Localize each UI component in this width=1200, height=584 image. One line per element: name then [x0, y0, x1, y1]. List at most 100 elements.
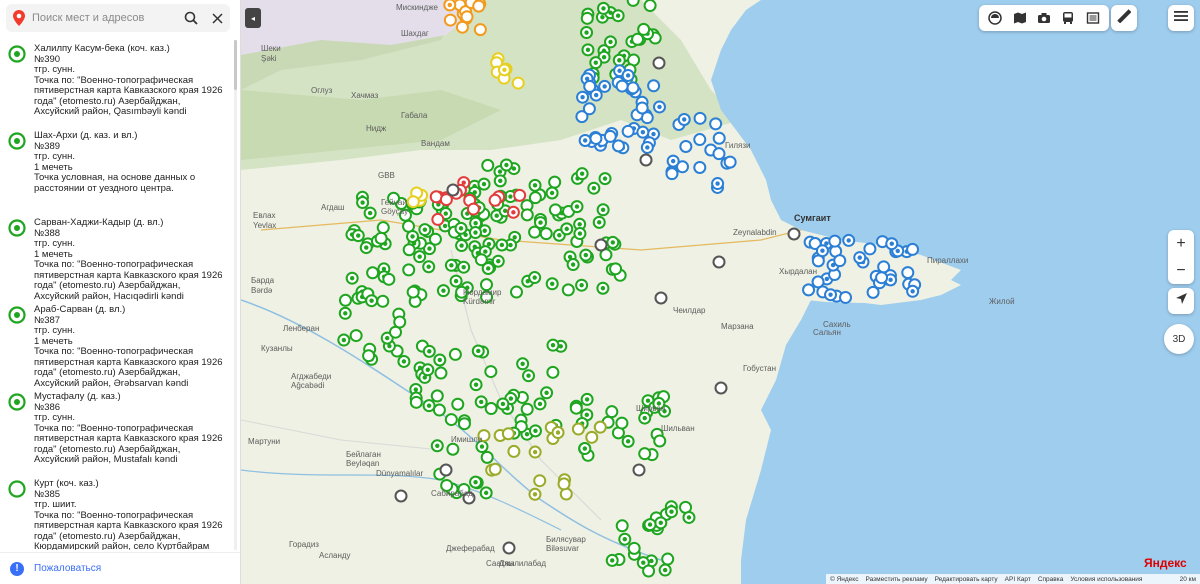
place-marker[interactable]	[376, 221, 390, 235]
place-marker[interactable]	[455, 239, 469, 253]
place-marker[interactable]	[430, 439, 444, 453]
place-marker[interactable]	[501, 427, 515, 441]
place-marker[interactable]	[693, 160, 707, 174]
place-marker[interactable]	[422, 260, 436, 274]
place-marker[interactable]	[802, 283, 816, 297]
place-marker[interactable]	[712, 131, 726, 145]
place-marker[interactable]	[605, 405, 619, 419]
place-marker[interactable]	[833, 254, 847, 268]
place-list[interactable]: Халилпу Касум-бека (коч. каз.) №390 тгр. с…	[0, 40, 236, 550]
place-marker[interactable]	[598, 172, 612, 186]
place-marker[interactable]	[709, 117, 723, 131]
place-marker[interactable]	[434, 366, 448, 380]
place-marker[interactable]	[345, 271, 359, 285]
place-marker[interactable]	[714, 381, 728, 395]
place-marker[interactable]	[640, 140, 654, 154]
zoom-out-button[interactable]: −	[1168, 257, 1194, 284]
place-marker[interactable]	[585, 430, 599, 444]
place-marker[interactable]	[509, 285, 523, 299]
place-marker[interactable]	[596, 281, 610, 295]
place-marker[interactable]	[712, 147, 726, 161]
place-marker[interactable]	[422, 399, 436, 413]
place-marker[interactable]	[337, 333, 351, 347]
place-marker[interactable]	[579, 248, 593, 262]
place-marker[interactable]	[853, 251, 867, 265]
place-marker[interactable]	[609, 262, 623, 276]
place-marker[interactable]	[615, 416, 629, 430]
place-marker[interactable]	[906, 242, 920, 256]
place-marker[interactable]	[580, 392, 594, 406]
collapse-sidebar-button[interactable]: ◂	[245, 8, 261, 28]
zoom-in-button[interactable]: +	[1168, 230, 1194, 257]
layers-icon[interactable]	[984, 7, 1006, 29]
place-marker[interactable]	[665, 167, 679, 181]
place-marker[interactable]	[449, 274, 463, 288]
place-marker[interactable]	[593, 420, 607, 434]
place-marker[interactable]	[432, 403, 446, 417]
complain-button[interactable]: ! Пожаловаться	[0, 552, 240, 584]
place-marker[interactable]	[573, 227, 587, 241]
place-marker[interactable]	[815, 244, 829, 258]
place-marker[interactable]	[548, 203, 562, 217]
place-marker[interactable]	[654, 516, 668, 530]
list-item[interactable]: Халилпу Касум-бека (коч. каз.) №390 тгр. с…	[0, 40, 236, 127]
place-marker[interactable]	[877, 260, 891, 274]
place-marker[interactable]	[533, 397, 547, 411]
place-marker[interactable]	[652, 100, 666, 114]
place-marker[interactable]	[581, 43, 595, 57]
place-marker[interactable]	[469, 475, 483, 489]
place-marker[interactable]	[356, 196, 370, 210]
place-marker[interactable]	[469, 378, 483, 392]
place-marker[interactable]	[528, 424, 542, 438]
place-marker[interactable]	[677, 112, 691, 126]
place-marker[interactable]	[448, 347, 462, 361]
footer-link[interactable]: Разместить рекламу	[865, 576, 927, 583]
place-marker[interactable]	[638, 447, 652, 461]
place-marker[interactable]	[481, 158, 495, 172]
bus-icon[interactable]	[1057, 7, 1079, 29]
camera-icon[interactable]	[1033, 7, 1055, 29]
place-marker[interactable]	[446, 183, 460, 197]
place-marker[interactable]	[433, 353, 447, 367]
place-marker[interactable]	[477, 177, 491, 191]
place-marker[interactable]	[863, 242, 877, 256]
place-marker[interactable]	[575, 278, 589, 292]
place-marker[interactable]	[466, 202, 480, 216]
place-marker[interactable]	[569, 401, 583, 415]
place-marker[interactable]	[839, 290, 853, 304]
place-marker[interactable]	[444, 258, 458, 272]
place-marker[interactable]	[439, 463, 453, 477]
list-item[interactable]: Мустафалу (д. каз.) №386 тгр. сунн. Точка п…	[0, 388, 236, 475]
list-item[interactable]: Шах-Архи (д. каз. и вл.) №389 тгр. сунн. 1 …	[0, 127, 236, 214]
place-marker[interactable]	[402, 243, 416, 257]
place-marker[interactable]	[406, 195, 420, 209]
place-marker[interactable]	[901, 266, 915, 280]
place-marker[interactable]	[598, 79, 612, 93]
place-marker[interactable]	[580, 11, 594, 25]
place-marker[interactable]	[422, 344, 436, 358]
place-marker[interactable]	[431, 212, 445, 226]
place-marker[interactable]	[787, 227, 801, 241]
place-marker[interactable]	[499, 158, 513, 172]
place-marker[interactable]	[359, 241, 373, 255]
menu-button[interactable]	[1168, 5, 1194, 31]
place-marker[interactable]	[491, 254, 505, 268]
ruler-button[interactable]	[1111, 5, 1137, 31]
place-marker[interactable]	[611, 139, 625, 153]
place-marker[interactable]	[693, 111, 707, 125]
place-marker[interactable]	[409, 395, 423, 409]
place-marker[interactable]	[413, 250, 427, 264]
place-marker[interactable]	[460, 10, 474, 24]
place-marker[interactable]	[506, 205, 520, 219]
place-marker[interactable]	[842, 233, 856, 247]
place-marker[interactable]	[402, 263, 416, 277]
place-marker[interactable]	[875, 271, 889, 285]
place-marker[interactable]	[539, 227, 553, 241]
place-marker[interactable]	[551, 426, 565, 440]
place-marker[interactable]	[885, 237, 899, 251]
place-marker[interactable]	[451, 397, 465, 411]
place-marker[interactable]	[723, 155, 737, 169]
list-item[interactable]: Араб-Сарван (д. вл.) №387 тгр. сунн. 1 мече…	[0, 301, 236, 388]
place-marker[interactable]	[596, 203, 610, 217]
place-marker[interactable]	[627, 541, 641, 555]
